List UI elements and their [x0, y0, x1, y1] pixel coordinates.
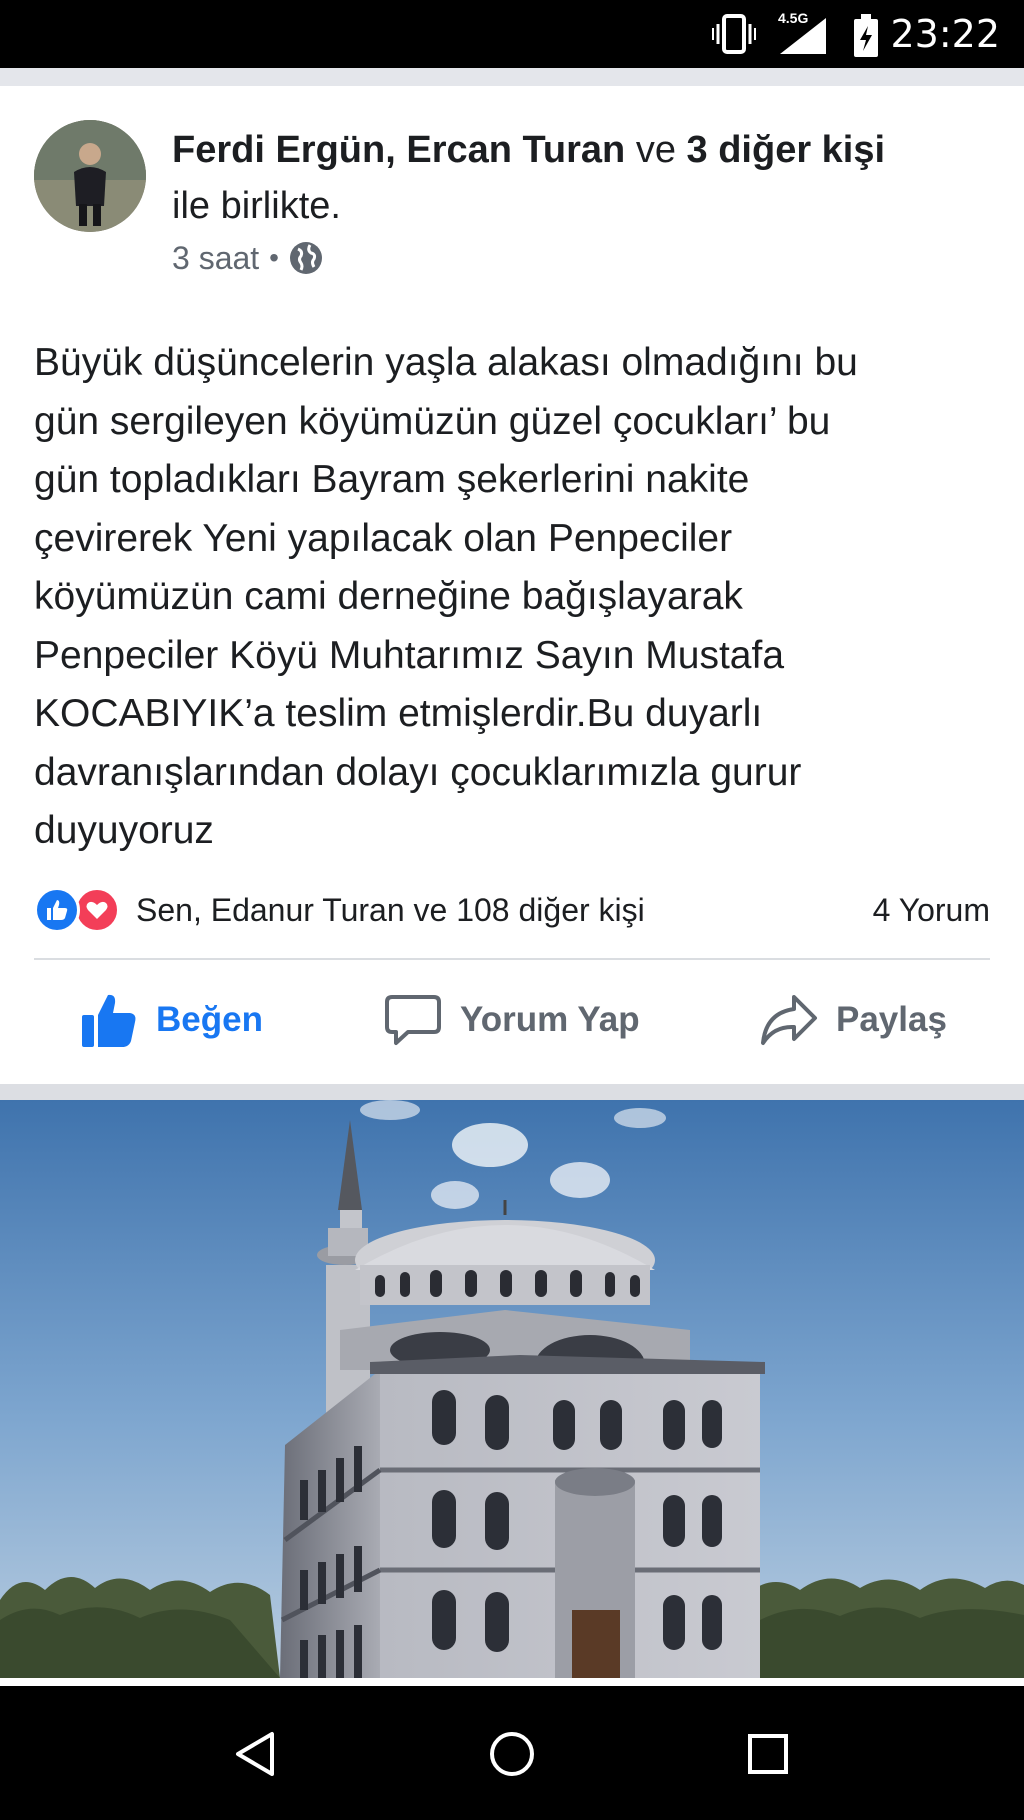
navigation-bar — [0, 1686, 1024, 1820]
like-button[interactable]: Beğen — [80, 960, 263, 1080]
author-names[interactable]: Ferdi Ergün, Ercan Turan — [172, 129, 625, 171]
recent-apps-icon[interactable] — [742, 1728, 794, 1780]
clock: 23:22 — [890, 12, 1000, 56]
vibrate-icon — [712, 14, 756, 54]
post-meta: 3 saat • — [172, 236, 323, 280]
post-timestamp[interactable]: 3 saat — [172, 240, 259, 277]
author-suffix: ile birlikte. — [172, 185, 341, 227]
globe-icon — [289, 242, 322, 274]
reactions-summary[interactable]: Sen, Edanur Turan ve 108 diğer kişi 4 Yo… — [34, 886, 990, 934]
thumbs-up-icon — [82, 994, 136, 1047]
post-author-line: Ferdi Ergün, Ercan Turan ve 3 diğer kişi… — [172, 122, 992, 234]
share-icon — [761, 995, 817, 1045]
post-actions: Beğen Yorum Yap Paylaş — [0, 960, 1024, 1080]
comments-count[interactable]: 4 Yorum — [873, 892, 990, 929]
feed-gap — [0, 1678, 1024, 1686]
battery-icon — [854, 14, 878, 57]
meta-separator: • — [269, 242, 279, 273]
feed-gap — [0, 1084, 1024, 1100]
status-bar: 4.5G 23:22 — [0, 0, 1024, 68]
home-icon[interactable] — [486, 1728, 538, 1780]
share-button[interactable]: Paylaş — [760, 960, 947, 1080]
feed-gap — [0, 68, 1024, 86]
post-text: Büyük düşüncelerin yaşla alakası olmadığ… — [34, 341, 858, 852]
like-label: Beğen — [156, 1000, 263, 1039]
love-reaction-icon — [74, 887, 120, 933]
comment-label: Yorum Yap — [460, 1000, 640, 1039]
back-icon[interactable] — [230, 1728, 282, 1780]
share-label: Paylaş — [836, 1000, 947, 1039]
like-reaction-icon — [34, 887, 80, 933]
tagged-others-link[interactable]: 3 diğer kişi — [687, 129, 886, 171]
post-image[interactable] — [0, 1100, 1024, 1678]
reactions-text: Sen, Edanur Turan ve 108 diğer kişi — [136, 891, 645, 928]
reaction-icons — [34, 887, 126, 933]
post-card: Ferdi Ergün, Ercan Turan ve 3 diğer kişi… — [0, 86, 1024, 1084]
comment-icon — [385, 995, 441, 1045]
author-conjunction: ve — [625, 129, 687, 171]
signal-icon — [780, 18, 826, 54]
avatar[interactable] — [34, 120, 146, 232]
comment-button[interactable]: Yorum Yap — [384, 960, 640, 1080]
